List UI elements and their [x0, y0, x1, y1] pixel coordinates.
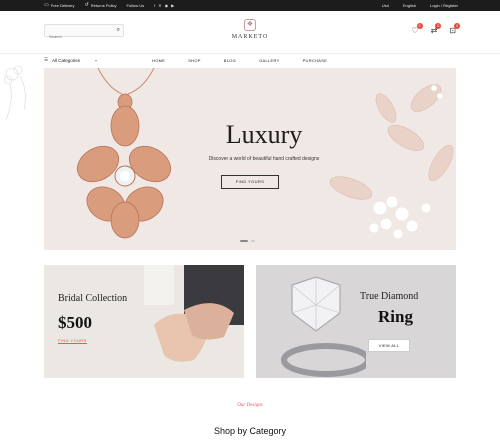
follow-us-label: Follow Us: [126, 3, 145, 8]
search-box: ⌕: [44, 24, 124, 42]
site-logo[interactable]: ❖ MARKETO: [226, 19, 274, 40]
all-categories-label: All Categories: [52, 57, 81, 63]
youtube-icon[interactable]: ▶: [171, 0, 174, 11]
bridal-collection-banner[interactable]: Bridal Collection $500 FIND YOURS: [44, 265, 244, 378]
compare-icon[interactable]: ⇄ 0: [431, 23, 442, 35]
cart-icon[interactable]: ⊡ 0: [449, 23, 460, 35]
hero-title: Luxury: [225, 120, 303, 149]
rose-gold-pendant-image: [76, 68, 172, 239]
wishlist-icon[interactable]: ♡ 0: [411, 23, 423, 35]
account-link[interactable]: Login / Register: [430, 0, 458, 11]
decorative-flower-sketch: [3, 65, 26, 121]
topbar-left: ▭ Free Delivery ↺ Returns Policy Follow Us…: [44, 0, 174, 11]
ring-title: Ring: [378, 307, 413, 326]
free-delivery-item[interactable]: ▭ Free Delivery: [44, 0, 75, 11]
instagram-icon[interactable]: ◉: [165, 0, 169, 11]
nav-menu: HOME SHOP BLOG GALLERY PURCHASE: [152, 58, 327, 63]
slider-dot-active[interactable]: [240, 240, 248, 242]
nav-item-shop[interactable]: SHOP: [188, 58, 201, 63]
free-delivery-label: Free Delivery: [50, 3, 75, 8]
nav-item-blog[interactable]: BLOG: [224, 58, 236, 63]
bridal-price: $500: [58, 313, 92, 332]
menu-icon: ☰: [44, 57, 49, 62]
compare-count-badge: 0: [435, 23, 442, 29]
truck-icon: ▭: [44, 2, 49, 8]
main-nav: ☰ All Categories ⌄ HOME SHOP BLOG GALLER…: [0, 53, 500, 68]
all-categories-dropdown[interactable]: ☰ All Categories ⌄: [44, 57, 98, 63]
diamond-ring-image: [281, 276, 366, 377]
wishlist-count-badge: 0: [416, 23, 423, 29]
chevron-down-icon: ⌄: [94, 57, 98, 62]
view-all-button[interactable]: VIEW ALL: [368, 339, 410, 352]
nav-item-purchase[interactable]: PURCHASE: [303, 58, 328, 63]
nav-item-home[interactable]: HOME: [152, 58, 165, 63]
true-diamond-ring-banner[interactable]: True Diamond Ring VIEW ALL: [256, 265, 456, 378]
section-kicker: Our Designs: [237, 403, 263, 408]
cart-count-badge: 0: [454, 23, 460, 29]
currency-select[interactable]: Usd: [382, 0, 389, 11]
language-select[interactable]: English: [403, 0, 416, 11]
logo-mark-icon: ❖: [244, 19, 256, 31]
find-yours-button[interactable]: FIND YOURS: [221, 175, 279, 189]
header-icons: ♡ 0 ⇄ 0 ⊡ 0: [411, 23, 460, 35]
nav-item-gallery[interactable]: GALLERY: [259, 58, 279, 63]
social-links: f ✕ ◉ ▶: [154, 0, 174, 11]
bridal-find-yours-link[interactable]: FIND YOURS: [58, 338, 87, 344]
follow-us-item: Follow Us: [127, 0, 145, 11]
twitter-icon[interactable]: ✕: [158, 0, 161, 11]
returns-policy-item[interactable]: ↺ Returns Policy: [85, 0, 117, 11]
header: ⌕ ❖ MARKETO ♡0 ⇄0 ⊡0: [0, 11, 500, 53]
hero-subtitle: Discover a world of beautiful hand craft…: [208, 156, 320, 162]
couple-hands-image: [144, 265, 244, 362]
search-input[interactable]: [45, 31, 111, 42]
hero-banner: Luxury Discover a world of beautiful han…: [44, 68, 456, 250]
slider-dots: [240, 240, 255, 242]
bridal-collection-title: Bridal Collection: [58, 293, 128, 304]
true-diamond-title: True Diamond: [360, 291, 419, 302]
facebook-icon[interactable]: f: [154, 0, 155, 11]
section-title: Shop by Category: [213, 426, 287, 436]
topbar-right: Usd English Login / Register: [382, 0, 458, 11]
top-bar: ▭ Free Delivery ↺ Returns Policy Follow Us…: [0, 0, 500, 11]
return-icon: ↺: [84, 2, 89, 8]
search-icon[interactable]: ⌕: [117, 27, 120, 34]
slider-dot[interactable]: [251, 240, 255, 242]
returns-policy-label: Returns Policy: [90, 3, 117, 8]
logo-text: MARKETO: [231, 34, 269, 40]
